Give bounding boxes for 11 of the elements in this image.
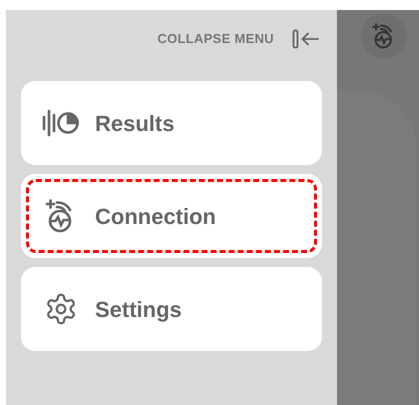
menu-item[interactable]: Results [21,81,322,165]
menu-item[interactable]: Connection [21,174,322,258]
settings-icon [44,292,78,326]
collapse-arrow-icon[interactable] [292,28,320,48]
menu-item-label: Settings [95,296,182,324]
connection-button[interactable] [361,13,407,59]
collapse-menu-label[interactable]: COLLAPSE MENU [157,28,274,48]
menu-item-label: Results [95,110,174,138]
bars-pie-chart-icon [42,108,80,138]
menu-item-label: Connection [95,202,216,230]
menu-item[interactable]: Settings [21,267,322,351]
